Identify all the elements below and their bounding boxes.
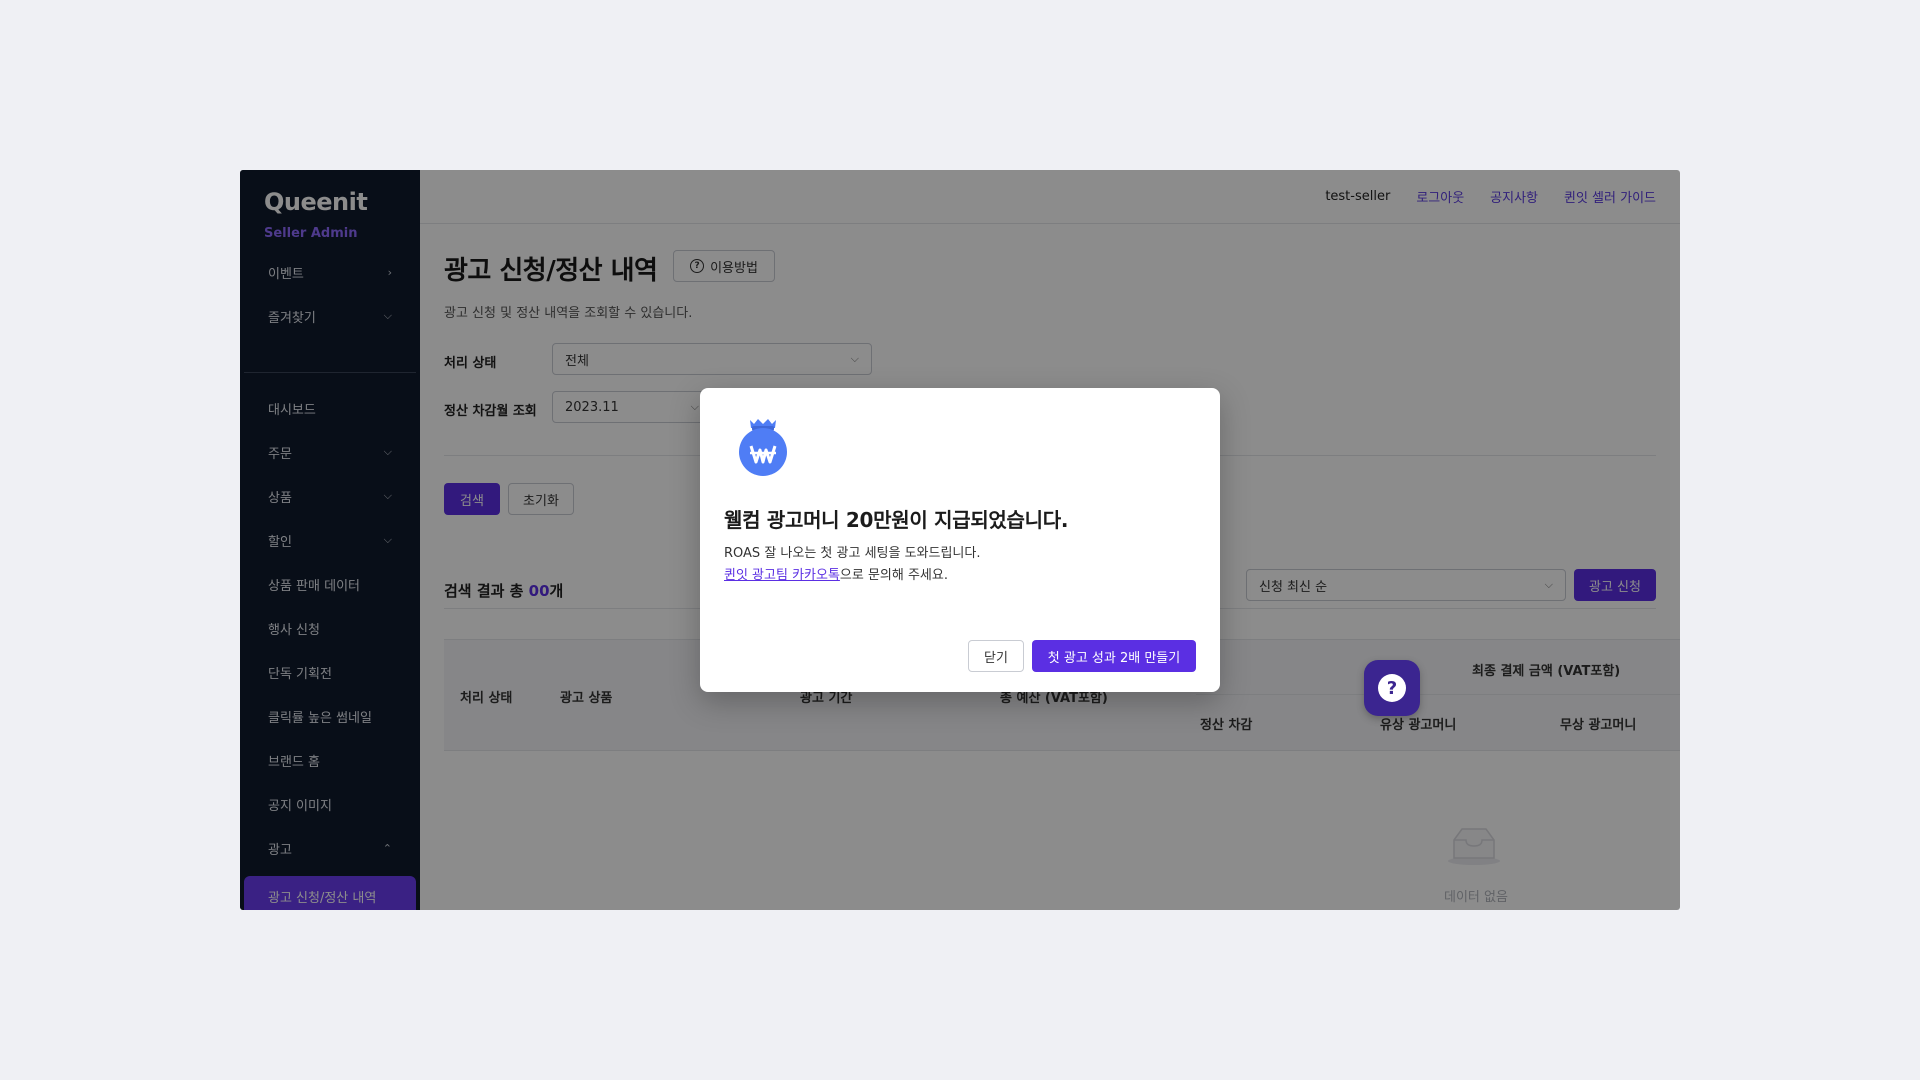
modal-body-line2: 퀸잇 광고팀 카카오톡으로 문의해 주세요. — [724, 564, 948, 583]
modal-body-rest: 으로 문의해 주세요. — [839, 568, 948, 583]
kakao-contact-link[interactable]: 퀸잇 광고팀 카카오톡 — [724, 568, 840, 583]
help-chat-icon: ? — [1378, 674, 1406, 702]
modal-title: 웰컴 광고머니 20만원이 지급되었습니다. — [724, 508, 1069, 532]
modal-cta-button[interactable]: 첫 광고 성과 2배 만들기 — [1032, 640, 1196, 672]
modal-body-line1: ROAS 잘 나오는 첫 광고 세팅을 도와드립니다. — [724, 546, 981, 561]
money-bag-won-icon — [739, 419, 787, 476]
help-chat-button[interactable]: ? — [1364, 660, 1420, 716]
welcome-modal: 웰컴 광고머니 20만원이 지급되었습니다. ROAS 잘 나오는 첫 광고 세… — [700, 388, 1220, 692]
modal-close-button[interactable]: 닫기 — [968, 640, 1024, 672]
